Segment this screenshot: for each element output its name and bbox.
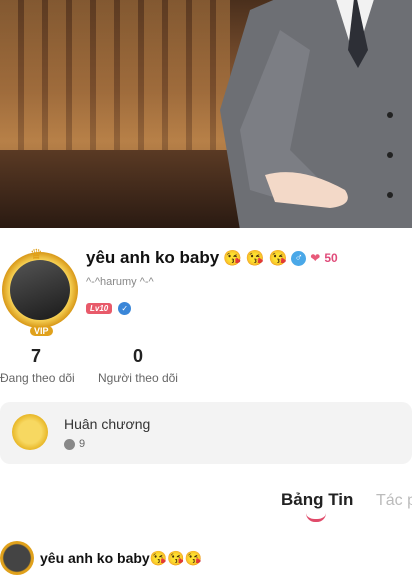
- cover-character-illustration: [220, 0, 412, 228]
- followers-count: 0: [132, 346, 143, 366]
- followers-stat[interactable]: 0 Người theo dõi: [96, 346, 180, 385]
- post-author-name[interactable]: yêu anh ko baby😘😘😘: [40, 550, 202, 567]
- medals-count: 9: [79, 438, 86, 450]
- medals-card[interactable]: Huân chương 9: [0, 402, 412, 464]
- followers-label: Người theo dõi: [98, 371, 178, 385]
- display-name: yêu anh ko baby: [86, 248, 220, 267]
- username: ^-^harumy ^-^: [86, 276, 154, 288]
- avatar-photo: [10, 260, 70, 320]
- medals-count-row: 9: [64, 438, 85, 450]
- following-label: Đang theo dõi: [0, 371, 75, 385]
- crown-icon: ♛: [30, 246, 43, 262]
- points-count: 50: [324, 251, 338, 265]
- male-gender-icon: ♂: [291, 250, 307, 266]
- vip-badge: VIP: [30, 326, 53, 336]
- tab-works[interactable]: Tác p: [376, 492, 412, 510]
- cover-photo[interactable]: [0, 0, 412, 228]
- avatar[interactable]: ♛ VIP: [2, 246, 80, 336]
- heart-pair-icon: ❤: [310, 251, 321, 265]
- emoji-icon: 😘: [223, 250, 242, 267]
- level-badge[interactable]: Lv10: [86, 303, 113, 314]
- post-author-avatar[interactable]: [0, 541, 34, 575]
- medal-count-icon: [64, 438, 75, 450]
- medals-title: Huân chương: [64, 416, 151, 432]
- profile-panel: ♛ VIP yêu anh ko baby 😘 😘 😘 ♂ ❤ 50 ^-^ha…: [0, 228, 412, 575]
- shield-icon[interactable]: ✓: [118, 302, 132, 315]
- emoji-icon: 😘: [245, 250, 265, 267]
- name-row: yêu anh ko baby 😘 😘 😘 ♂ ❤ 50: [86, 248, 338, 268]
- active-tab-indicator: [306, 513, 326, 522]
- following-count: 7: [30, 346, 41, 366]
- medal-icon: [12, 414, 48, 450]
- following-stat[interactable]: 7 Đang theo dõi: [0, 346, 75, 385]
- post-header[interactable]: yêu anh ko baby😘😘😘: [0, 541, 202, 575]
- badge-row: Lv10 ✓: [86, 302, 132, 315]
- emoji-icon: 😘: [268, 250, 288, 267]
- tab-news-feed[interactable]: Bảng Tin: [281, 490, 353, 510]
